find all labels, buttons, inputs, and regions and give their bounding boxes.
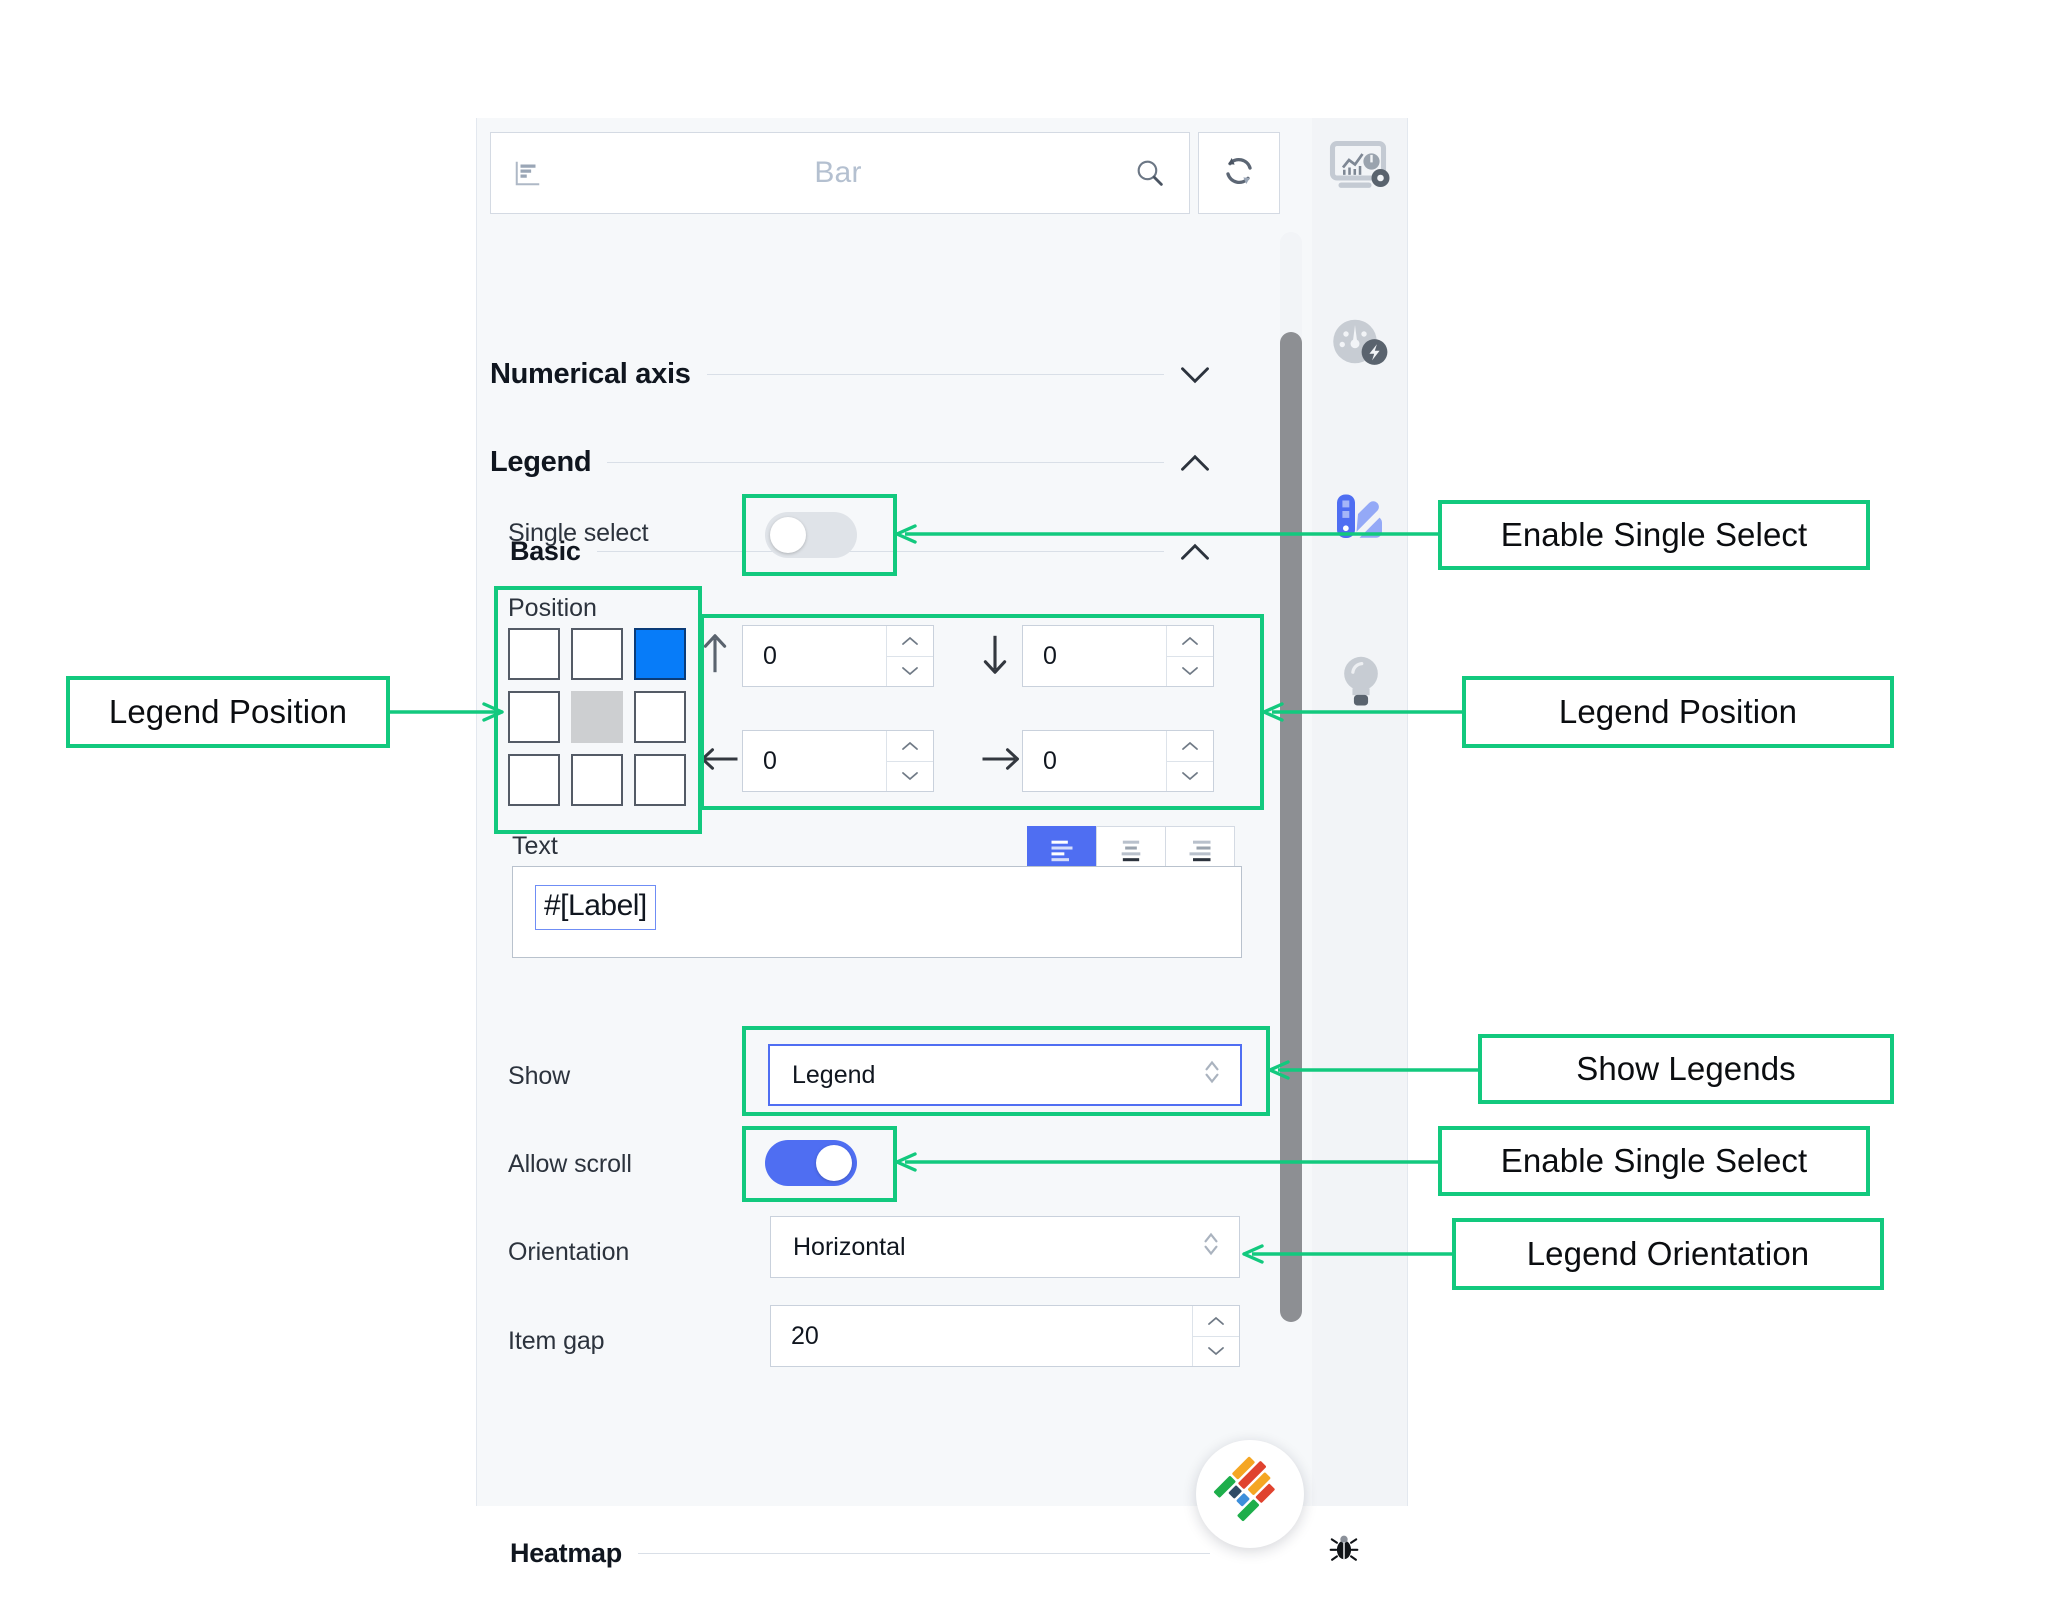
annotation-show-legends: Show Legends [1478, 1034, 1894, 1104]
brand-logo-badge[interactable] [1196, 1440, 1304, 1548]
annotation-enable-single-select-2: Enable Single Select [1438, 1126, 1870, 1196]
bug-icon[interactable] [1327, 1530, 1361, 1564]
annotation-enable-single-select-1: Enable Single Select [1438, 500, 1870, 570]
annotation-connectors [388, 524, 1478, 1264]
woven-chevron-logo [1213, 1455, 1287, 1534]
annotation-legend-position-right: Legend Position [1462, 676, 1894, 748]
annotation-legend-orientation: Legend Orientation [1452, 1218, 1884, 1290]
annotation-legend-position-left: Legend Position [66, 676, 390, 748]
